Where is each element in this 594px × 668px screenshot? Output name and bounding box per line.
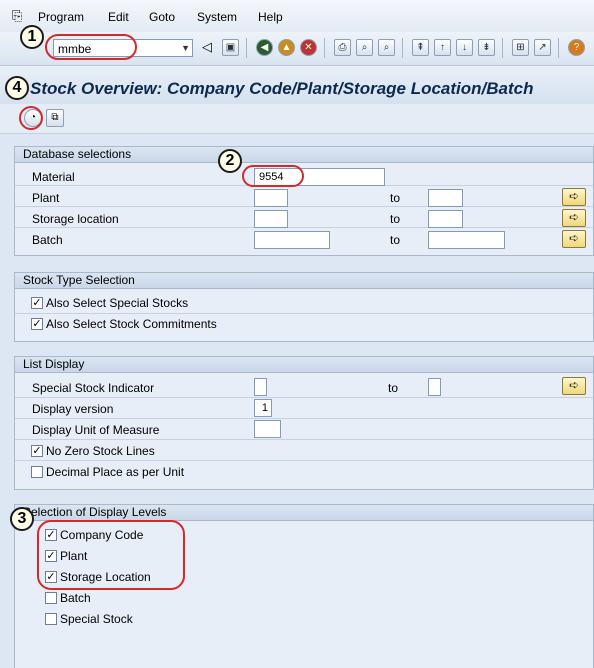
print-icon[interactable]: ⎙ bbox=[334, 39, 351, 56]
system-menu-icon[interactable]: ⎘ bbox=[12, 8, 22, 24]
row-divider bbox=[15, 439, 593, 440]
toolbar-separator bbox=[558, 38, 559, 58]
special-stock-indicator-from-input[interactable] bbox=[254, 378, 267, 396]
save-icon[interactable]: ▣ bbox=[222, 39, 239, 56]
row-divider bbox=[15, 418, 593, 419]
annotation-marker-4: 4 bbox=[5, 76, 29, 100]
help-icon[interactable]: ? bbox=[568, 39, 585, 56]
last-page-icon[interactable]: ⇟ bbox=[478, 39, 495, 56]
plant-from-input[interactable] bbox=[254, 189, 288, 207]
batch-level-label: Batch bbox=[60, 591, 91, 605]
decimal-place-checkbox[interactable] bbox=[31, 466, 43, 478]
batch-to-input[interactable] bbox=[428, 231, 505, 249]
toolbar-separator bbox=[402, 38, 403, 58]
chevron-down-icon[interactable]: ▼ bbox=[181, 43, 190, 53]
command-history-icon[interactable]: ◁ bbox=[202, 39, 212, 55]
toolbar-separator bbox=[324, 38, 325, 58]
menu-help[interactable]: Help bbox=[258, 10, 283, 24]
database-selections-group: Database selections Material 9554 Plant … bbox=[14, 146, 594, 256]
menu-goto[interactable]: Goto bbox=[149, 10, 175, 24]
get-variant-icon[interactable]: ⧉ bbox=[46, 109, 64, 127]
cancel-icon[interactable]: ✕ bbox=[300, 39, 317, 56]
material-label: Material bbox=[32, 170, 75, 184]
special-stock-multiple-selection-button[interactable]: ➪ bbox=[562, 377, 586, 395]
find-next-icon[interactable]: ⌕ bbox=[378, 39, 395, 56]
special-stocks-checkbox[interactable]: ✓ bbox=[31, 297, 43, 309]
display-uom-input[interactable] bbox=[254, 420, 281, 438]
toolbar-separator bbox=[502, 38, 503, 58]
group-title: Database selections bbox=[15, 147, 593, 163]
display-version-label: Display version bbox=[32, 402, 114, 416]
special-stocks-label: Also Select Special Stocks bbox=[46, 296, 189, 310]
row-divider bbox=[15, 206, 593, 207]
toolbar-separator bbox=[246, 38, 247, 58]
list-display-group: List Display Special Stock Indicator to … bbox=[14, 356, 594, 490]
annotation-ring bbox=[19, 106, 43, 130]
prev-page-icon[interactable]: ↑ bbox=[434, 39, 451, 56]
to-label: to bbox=[390, 233, 401, 247]
row-divider bbox=[15, 313, 593, 314]
group-title: Selection of Display Levels bbox=[15, 505, 593, 521]
plant-to-input[interactable] bbox=[428, 189, 463, 207]
annotation-marker-2: 2 bbox=[218, 149, 242, 173]
annotation-marker-3: 3 bbox=[10, 507, 34, 531]
group-title: List Display bbox=[15, 357, 593, 373]
row-divider bbox=[15, 397, 593, 398]
storage-location-multiple-selection-button[interactable]: ➪ bbox=[562, 209, 586, 227]
menu-edit[interactable]: Edit bbox=[108, 10, 129, 24]
to-label: to bbox=[390, 191, 401, 205]
stock-commitments-label: Also Select Stock Commitments bbox=[46, 317, 217, 331]
batch-from-input[interactable] bbox=[254, 231, 330, 249]
stock-commitments-checkbox[interactable]: ✓ bbox=[31, 318, 43, 330]
no-zero-stock-checkbox[interactable]: ✓ bbox=[31, 445, 43, 457]
page-title: Stock Overview: Company Code/Plant/Stora… bbox=[30, 79, 534, 98]
application-toolbar bbox=[0, 104, 594, 134]
exit-icon[interactable]: ▲ bbox=[278, 39, 295, 56]
back-icon[interactable]: ◀ bbox=[256, 39, 273, 56]
display-version-input[interactable]: 1 bbox=[254, 399, 272, 417]
special-stock-indicator-label: Special Stock Indicator bbox=[32, 381, 155, 395]
to-label: to bbox=[388, 381, 399, 395]
row-divider bbox=[15, 227, 593, 228]
no-zero-stock-label: No Zero Stock Lines bbox=[46, 444, 155, 458]
group-title: Stock Type Selection bbox=[15, 273, 593, 289]
display-uom-label: Display Unit of Measure bbox=[32, 423, 160, 437]
annotation-ring bbox=[45, 34, 137, 60]
annotation-ring bbox=[242, 165, 304, 187]
plant-label: Plant bbox=[32, 191, 60, 205]
stock-type-selection-group: Stock Type Selection ✓ Also Select Speci… bbox=[14, 272, 594, 342]
batch-label: Batch bbox=[32, 233, 63, 247]
special-stock-indicator-to-input[interactable] bbox=[428, 378, 441, 396]
storage-location-label: Storage location bbox=[32, 212, 119, 226]
shortcut-icon[interactable]: ↗ bbox=[534, 39, 551, 56]
menu-system[interactable]: System bbox=[197, 10, 237, 24]
special-stock-level-checkbox[interactable] bbox=[45, 613, 57, 625]
find-icon[interactable]: ⌕ bbox=[356, 39, 373, 56]
batch-level-checkbox[interactable] bbox=[45, 592, 57, 604]
row-divider bbox=[15, 460, 593, 461]
new-session-icon[interactable]: ⊞ bbox=[512, 39, 529, 56]
annotation-ring bbox=[37, 520, 185, 590]
annotation-marker-1: 1 bbox=[20, 25, 44, 49]
first-page-icon[interactable]: ⇞ bbox=[412, 39, 429, 56]
next-page-icon[interactable]: ↓ bbox=[456, 39, 473, 56]
menu-bar bbox=[0, 0, 594, 32]
to-label: to bbox=[390, 212, 401, 226]
decimal-place-label: Decimal Place as per Unit bbox=[46, 465, 185, 479]
batch-multiple-selection-button[interactable]: ➪ bbox=[562, 230, 586, 248]
storage-location-to-input[interactable] bbox=[428, 210, 463, 228]
special-stock-level-label: Special Stock bbox=[60, 612, 133, 626]
storage-location-from-input[interactable] bbox=[254, 210, 288, 228]
plant-multiple-selection-button[interactable]: ➪ bbox=[562, 188, 586, 206]
menu-program[interactable]: Program bbox=[38, 10, 84, 24]
